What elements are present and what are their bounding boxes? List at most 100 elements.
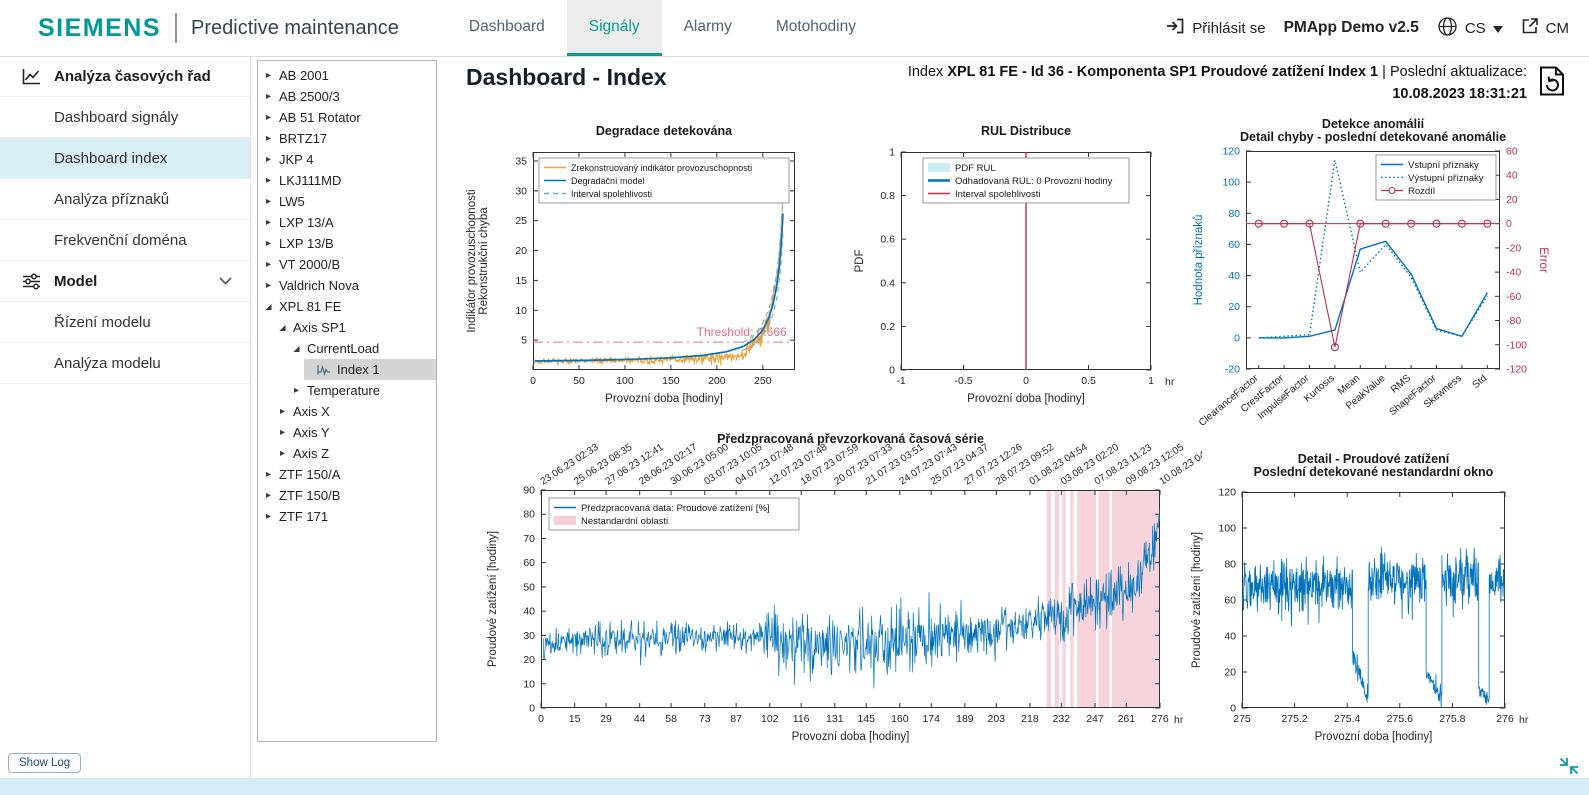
collapse-arrow-icon[interactable]: ◢ (290, 344, 303, 353)
export-report-icon[interactable] (1539, 66, 1565, 101)
tree-item-lw5[interactable]: ▸ LW5 (258, 191, 436, 212)
nav-item-motohodiny[interactable]: Motohodiny (754, 0, 878, 56)
expand-arrow-icon[interactable]: ▸ (262, 154, 275, 165)
svg-text:275.8: 275.8 (1439, 713, 1465, 725)
expand-arrow-icon[interactable]: ▸ (276, 448, 289, 459)
svg-text:120: 120 (1218, 487, 1236, 499)
collapse-arrow-icon[interactable]: ◢ (262, 302, 275, 311)
tree-item-axis-x[interactable]: ▸ Axis X (258, 401, 436, 422)
legend-label: Interval spolehlivosti (571, 189, 652, 199)
x-axis-label: Provozní doba [hodiny] (1315, 731, 1433, 743)
svg-text:-20: -20 (1225, 364, 1240, 376)
nav-item-dashboard[interactable]: Dashboard (447, 0, 567, 56)
sidebar-item-anal-za-modelu[interactable]: Analýza modelu (0, 343, 250, 384)
svg-text:50: 50 (573, 375, 585, 387)
info-index-name: XPL 81 FE - Id 36 - Komponenta SP1 Proud… (947, 64, 1379, 80)
chart-legend: Vstupní příznaky Výstupní příznaky Rozdíl (1375, 154, 1497, 201)
tree-item-index-1[interactable]: Index 1 (258, 359, 436, 380)
tree-item-ab-51-rotator[interactable]: ▸ AB 51 Rotator (258, 107, 436, 128)
tree-item-lxp-13-a[interactable]: ▸ LXP 13/A (258, 212, 436, 233)
svg-text:-120: -120 (1506, 364, 1527, 376)
tree-item-ztf-171[interactable]: ▸ ZTF 171 (258, 506, 436, 527)
login-button[interactable]: Přihlásit se (1165, 17, 1266, 39)
sidebar-item-zen-modelu[interactable]: Řízení modelu (0, 302, 250, 343)
expand-arrow-icon[interactable]: ▸ (262, 112, 275, 123)
tree-item-currentload[interactable]: ◢ CurrentLoad (258, 338, 436, 359)
svg-text:0: 0 (529, 703, 535, 715)
svg-text:60: 60 (1506, 146, 1518, 158)
app-title: Predictive maintenance (191, 16, 399, 39)
expand-arrow-icon[interactable]: ▸ (262, 196, 275, 207)
sidebar-item-dashboard-sign-ly[interactable]: Dashboard signály (0, 97, 250, 138)
chart-rul: RUL Distribuce -1 -0.5 0 0.5 1 0 0.2 0.4 0.6 0.8 1 P… (845, 122, 1195, 422)
expand-arrow-icon[interactable]: ▸ (262, 280, 275, 291)
sidebar-item-anal-za-p-znak[interactable]: Analýza příznaků (0, 179, 250, 220)
tree-item-ztf-150-a[interactable]: ▸ ZTF 150/A (258, 464, 436, 485)
cm-link[interactable]: CM (1521, 17, 1569, 39)
tree-item-axis-y[interactable]: ▸ Axis Y (258, 422, 436, 443)
tree-item-axis-sp1[interactable]: ◢ Axis SP1 (258, 317, 436, 338)
expand-arrow-icon[interactable]: ▸ (262, 490, 275, 501)
svg-text:20: 20 (1228, 301, 1240, 313)
x-axis-label: Provozní doba [hodiny] (967, 393, 1085, 405)
tree-item-label: Index 1 (337, 362, 380, 377)
sidebar-item-anal-za-asov-ch-ad[interactable]: Analýza časových řad (0, 56, 250, 97)
series: Threshold: 4.666 (533, 193, 795, 366)
expand-arrow-icon[interactable]: ▸ (262, 91, 275, 102)
x-axis-unit: hr (1519, 714, 1529, 726)
svg-text:35: 35 (515, 155, 527, 167)
expand-arrow-icon[interactable]: ▸ (262, 469, 275, 480)
expand-arrow-icon[interactable]: ▸ (262, 70, 275, 81)
tree-item-valdrich-nova[interactable]: ▸ Valdrich Nova (258, 275, 436, 296)
index-info: Index XPL 81 FE - Id 36 - Komponenta SP1… (867, 62, 1527, 106)
tree-item-jkp-4[interactable]: ▸ JKP 4 (258, 149, 436, 170)
expand-arrow-icon[interactable]: ▸ (262, 175, 275, 186)
x-axis-label: Provozní doba [hodiny] (605, 393, 723, 405)
svg-text:0: 0 (530, 375, 536, 387)
svg-text:-20: -20 (1506, 242, 1521, 254)
tree-item-label: AB 2500/3 (279, 89, 340, 104)
expand-arrow-icon[interactable]: ▸ (276, 406, 289, 417)
sidebar-item-model[interactable]: Model (0, 261, 250, 302)
series (1242, 547, 1505, 708)
tree-item-ab-2500-3[interactable]: ▸ AB 2500/3 (258, 86, 436, 107)
nav-item-alarmy[interactable]: Alarmy (662, 0, 754, 56)
series-noisy (1242, 547, 1505, 708)
version-label: PMApp Demo v2.5 (1283, 19, 1419, 36)
tree-item-vt-2000-b[interactable]: ▸ VT 2000/B (258, 254, 436, 275)
expand-arrow-icon[interactable]: ▸ (276, 427, 289, 438)
tree-item-lkj111md[interactable]: ▸ LKJ111MD (258, 170, 436, 191)
language-selector[interactable]: CS (1437, 16, 1503, 41)
series-cat-line (1258, 223, 1488, 348)
collapse-arrow-icon[interactable]: ◢ (276, 323, 289, 332)
chart-title: Poslední detekované nestandardní okno (1254, 465, 1494, 479)
tree-item-temperature[interactable]: ▸ Temperature (258, 380, 436, 401)
tree-item-axis-z[interactable]: ▸ Axis Z (258, 443, 436, 464)
tree-item-xpl-81-fe[interactable]: ◢ XPL 81 FE (258, 296, 436, 317)
sidebar-item-dashboard-index[interactable]: Dashboard index (0, 138, 250, 179)
expand-arrow-icon[interactable]: ▸ (262, 238, 275, 249)
expand-arrow-icon[interactable]: ▸ (262, 511, 275, 522)
sidebar-item-frekven-n-dom-na[interactable]: Frekvenční doména (0, 220, 250, 261)
tree-item-label: CurrentLoad (307, 341, 380, 356)
tree-item-ab-2001[interactable]: ▸ AB 2001 (258, 65, 436, 86)
tree-item-brtz17[interactable]: ▸ BRTZ17 (258, 128, 436, 149)
signal-icon (317, 364, 331, 376)
tree-item-lxp-13-b[interactable]: ▸ LXP 13/B (258, 233, 436, 254)
legend-label: Předzpracovaná data: Proudové zatížení [… (581, 503, 770, 514)
legend-label: Interval spolehlivosti (955, 189, 1041, 200)
chart-title: RUL Distribuce (981, 124, 1071, 138)
tree-item-ztf-150-b[interactable]: ▸ ZTF 150/B (258, 485, 436, 506)
show-log-button[interactable]: Show Log (8, 753, 82, 773)
legend-label: Vstupní příznaky (1408, 160, 1479, 171)
expand-arrow-icon[interactable]: ▸ (262, 217, 275, 228)
nav-item-sign-ly[interactable]: Signály (566, 0, 662, 56)
expand-arrow-icon[interactable]: ▸ (262, 133, 275, 144)
collapse-corner-icon[interactable] (1559, 757, 1579, 775)
legend-label: Výstupní příznaky (1408, 173, 1484, 184)
info-update-prefix: aktualizace: (1450, 64, 1527, 80)
svg-text:145: 145 (857, 713, 875, 725)
legend-label: Degradační model (571, 176, 645, 186)
expand-arrow-icon[interactable]: ▸ (262, 259, 275, 270)
expand-arrow-icon[interactable]: ▸ (290, 385, 303, 396)
